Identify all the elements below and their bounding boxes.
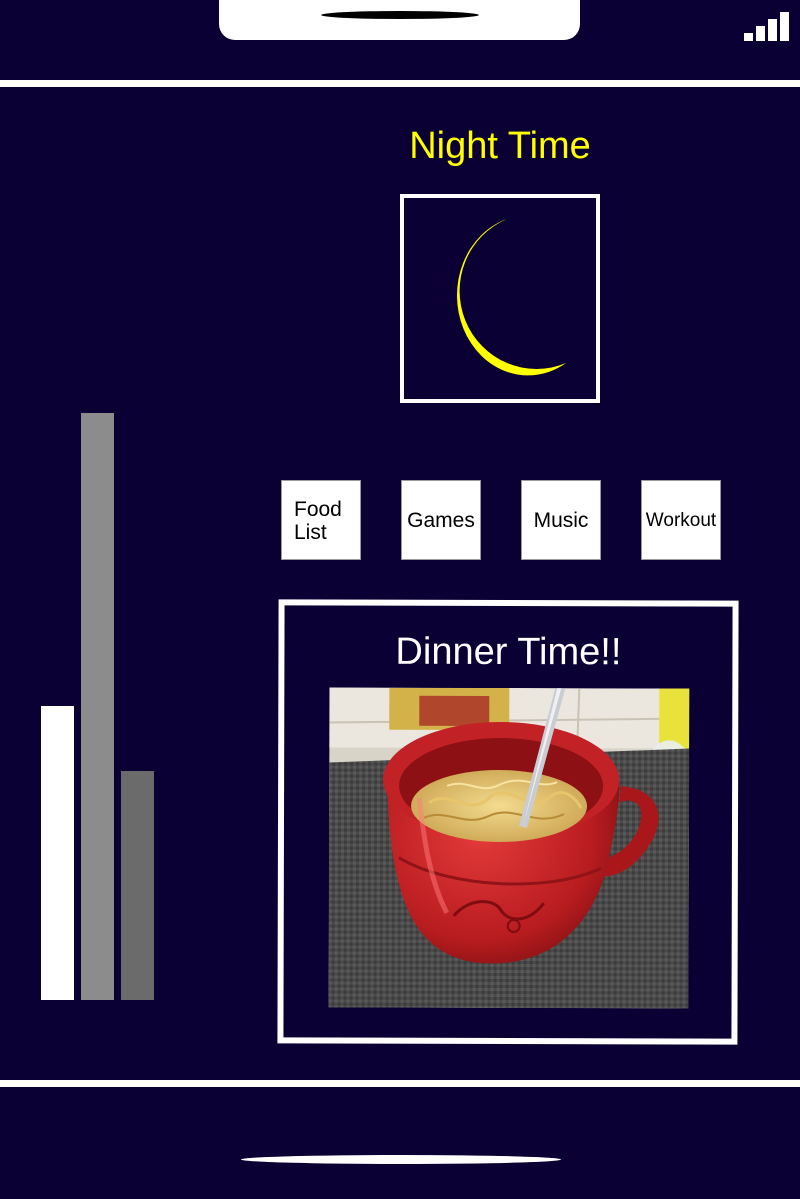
dinner-title: Dinner Time!! [395, 630, 622, 674]
crescent-moon-icon [457, 219, 566, 376]
level-bar [121, 771, 154, 1000]
level-bar [81, 413, 114, 1000]
workout-button[interactable]: Workout [641, 480, 721, 560]
night-mode-indicator [400, 194, 600, 403]
top-divider [0, 80, 800, 87]
phone-notch [219, 0, 580, 40]
games-button[interactable]: Games [401, 480, 481, 560]
signal-bars-icon [744, 12, 790, 41]
page-title: Night Time [409, 125, 591, 167]
home-indicator-bar[interactable] [241, 1155, 561, 1164]
music-button[interactable]: Music [521, 480, 601, 560]
dinner-card: Dinner Time!! [277, 599, 739, 1045]
dinner-photo [328, 687, 690, 1009]
bottom-divider [0, 1080, 800, 1087]
food-list-button[interactable]: Food List [281, 480, 361, 560]
crescent-moon-shape [457, 219, 566, 376]
earpiece-speaker [321, 11, 479, 19]
level-bar [41, 706, 74, 1000]
